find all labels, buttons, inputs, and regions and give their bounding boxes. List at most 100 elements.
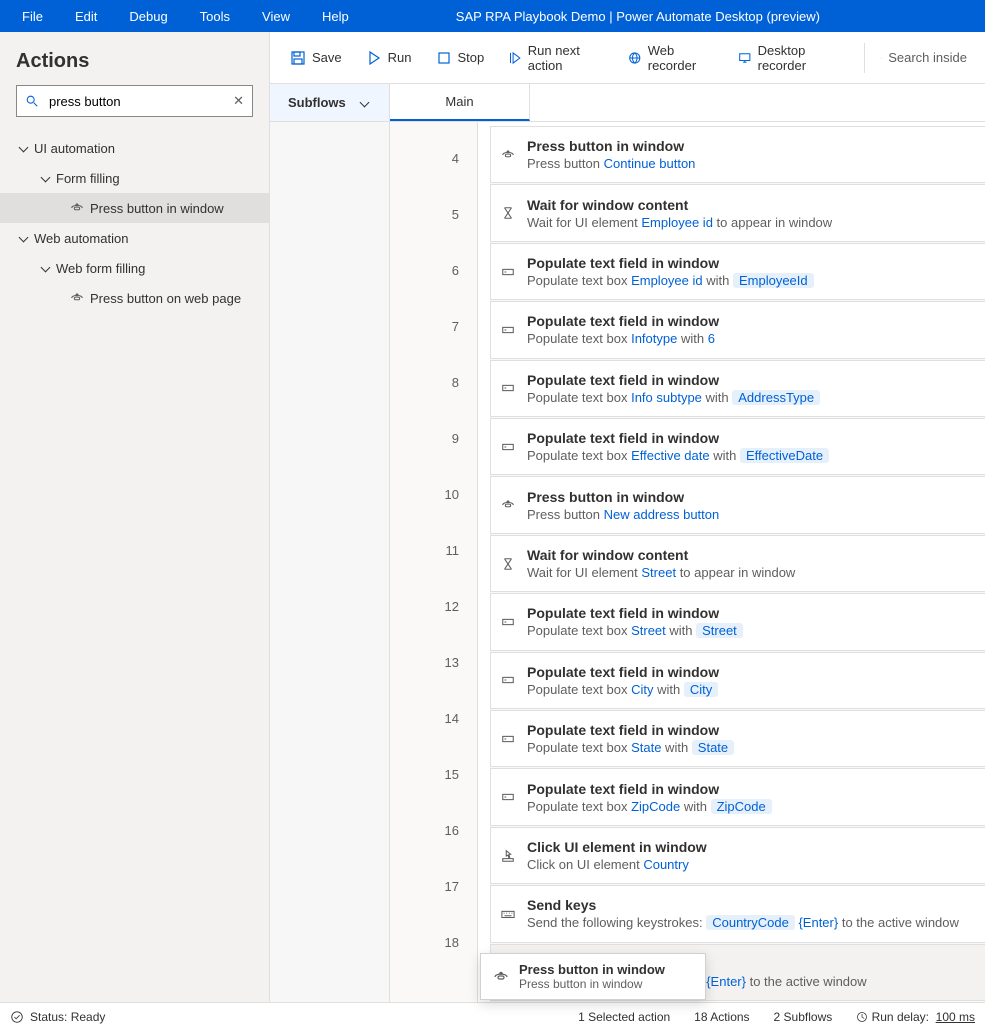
step-card[interactable]: Populate text field in window Populate te… xyxy=(490,360,985,417)
step-type-icon xyxy=(501,206,515,220)
step-description: Populate text box Effective date with Ef… xyxy=(527,448,975,463)
run-button[interactable]: Run xyxy=(356,44,422,72)
status-selected: 1 Selected action xyxy=(578,1010,670,1024)
step-description: Populate text box Info subtype with Addr… xyxy=(527,390,975,405)
statusbar: Status: Ready 1 Selected action 18 Actio… xyxy=(0,1002,985,1030)
step-number[interactable]: 14 xyxy=(390,690,477,746)
drag-preview: Press button in window Press button in w… xyxy=(480,953,706,1000)
step-card[interactable]: Press button in windowPress button New a… xyxy=(490,476,985,533)
step-card[interactable]: Populate text field in windowPopulate te… xyxy=(490,593,985,650)
stop-icon xyxy=(436,50,452,66)
tree-ui-automation[interactable]: UI automation xyxy=(0,133,269,163)
step-number[interactable]: 5 xyxy=(390,186,477,242)
step-number[interactable]: 7 xyxy=(390,298,477,354)
step-description: Click on UI element Country xyxy=(527,857,975,872)
step-title: Press button in window xyxy=(527,489,975,505)
step-title: Send keys xyxy=(527,897,975,913)
actions-panel: Actions ✕ UI automation Form filling Pre… xyxy=(0,32,270,1002)
save-button[interactable]: Save xyxy=(280,44,352,72)
step-card[interactable]: Populate text field in window Populate te… xyxy=(490,243,985,300)
actions-tree: UI automation Form filling Press button … xyxy=(0,129,269,1002)
toolbar-search[interactable]: Search inside xyxy=(873,44,975,72)
step-number[interactable]: 4 xyxy=(390,130,477,186)
step-card[interactable]: Populate text field in windowPopulate te… xyxy=(490,418,985,475)
step-number[interactable]: 11 xyxy=(390,522,477,578)
actions-header: Actions xyxy=(0,32,269,85)
step-title: Populate text field in window xyxy=(527,722,975,738)
step-number[interactable]: 16 xyxy=(390,802,477,858)
step-number[interactable]: 12 xyxy=(390,578,477,634)
chevron-down-icon xyxy=(42,263,52,273)
step-type-icon xyxy=(501,907,515,921)
step-description: Populate text box Employee id with Emplo… xyxy=(527,273,975,288)
step-number[interactable]: 9 xyxy=(390,410,477,466)
step-number[interactable]: 6 xyxy=(390,242,477,298)
globe-icon xyxy=(628,50,642,66)
step-type-icon xyxy=(501,849,515,863)
step-type-icon xyxy=(501,323,515,337)
toolbar: Save Run Stop Run next action Web record… xyxy=(270,32,985,84)
step-type-icon xyxy=(501,440,515,454)
menu-edit[interactable]: Edit xyxy=(63,5,109,28)
tree-web-form-filling[interactable]: Web form filling xyxy=(0,253,269,283)
menu-file[interactable]: File xyxy=(10,5,55,28)
step-type-icon xyxy=(501,615,515,629)
step-card[interactable]: Wait for window contentWait for UI eleme… xyxy=(490,535,985,592)
desktop-recorder-button[interactable]: Desktop recorder xyxy=(728,37,852,79)
subflows-dropdown[interactable]: Subflows xyxy=(270,84,389,122)
status-run-delay[interactable]: Run delay: 100 ms xyxy=(856,1010,975,1024)
save-icon xyxy=(290,50,306,66)
run-next-button[interactable]: Run next action xyxy=(498,37,614,79)
actions-search[interactable]: ✕ xyxy=(16,85,253,117)
chevron-down-icon xyxy=(42,173,52,183)
menu-debug[interactable]: Debug xyxy=(117,5,179,28)
step-title: Populate text field in window xyxy=(527,372,975,388)
tree-web-automation[interactable]: Web automation xyxy=(0,223,269,253)
step-card[interactable]: Wait for window contentWait for UI eleme… xyxy=(490,184,985,241)
step-number[interactable]: 15 xyxy=(390,746,477,802)
status-actions-count: 18 Actions xyxy=(694,1010,749,1024)
step-number[interactable]: 18 xyxy=(390,914,477,970)
step-card[interactable]: Click UI element in windowClick on UI el… xyxy=(490,827,985,884)
step-number[interactable]: 8 xyxy=(390,354,477,410)
tab-main[interactable]: Main xyxy=(390,84,530,121)
search-icon xyxy=(881,50,882,66)
step-title: Populate text field in window xyxy=(527,313,975,329)
tree-press-button-window[interactable]: Press button in window xyxy=(0,193,269,223)
step-description: Wait for UI element Employee id to appea… xyxy=(527,215,975,230)
subflows-column: Subflows xyxy=(270,84,390,1002)
menu-help[interactable]: Help xyxy=(310,5,361,28)
step-card[interactable]: Populate text field in window Populate te… xyxy=(490,710,985,767)
steps-list: Press button in window Press button Conti… xyxy=(478,122,985,1002)
web-recorder-button[interactable]: Web recorder xyxy=(618,37,724,79)
chevron-down-icon xyxy=(361,98,371,108)
step-card[interactable]: Populate text field in window Populate te… xyxy=(490,768,985,825)
step-number[interactable]: 13 xyxy=(390,634,477,690)
status-text: Status: Ready xyxy=(30,1010,105,1024)
search-icon xyxy=(25,94,39,108)
step-number[interactable]: 17 xyxy=(390,858,477,914)
step-card[interactable]: Press button in windowPress button Conti… xyxy=(490,126,985,183)
step-number[interactable]: 10 xyxy=(390,466,477,522)
actions-search-input[interactable] xyxy=(45,94,233,109)
step-description: Populate text box ZipCode with ZipCode xyxy=(527,799,975,814)
step-description: Press button Continue button xyxy=(527,156,975,171)
step-type-icon xyxy=(501,265,515,279)
step-description: Populate text box State with State xyxy=(527,740,975,755)
check-icon xyxy=(10,1010,24,1024)
step-title: Populate text field in window xyxy=(527,255,975,271)
step-card[interactable]: Populate text field in windowPopulate te… xyxy=(490,301,985,358)
step-type-icon xyxy=(501,381,515,395)
step-type-icon xyxy=(501,732,515,746)
step-title: Populate text field in window xyxy=(527,781,975,797)
step-card[interactable]: Send keysSend the following keystrokes: … xyxy=(490,885,985,942)
stop-button[interactable]: Stop xyxy=(426,44,495,72)
step-type-icon xyxy=(501,498,515,512)
clear-search-icon[interactable]: ✕ xyxy=(233,93,244,109)
tree-form-filling[interactable]: Form filling xyxy=(0,163,269,193)
menu-tools[interactable]: Tools xyxy=(188,5,242,28)
step-card[interactable]: Populate text field in windowPopulate te… xyxy=(490,652,985,709)
tree-press-button-web[interactable]: Press button on web page xyxy=(0,283,269,313)
menu-view[interactable]: View xyxy=(250,5,302,28)
step-title: Wait for window content xyxy=(527,547,975,563)
